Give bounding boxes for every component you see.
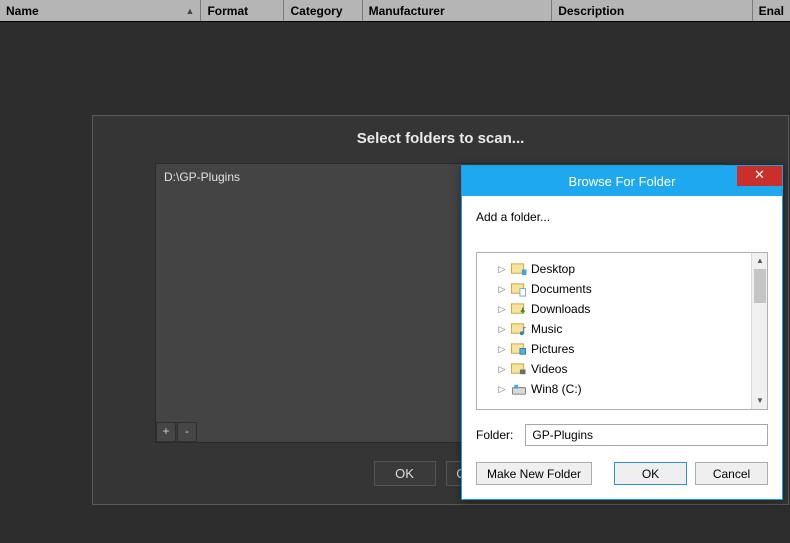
expand-icon[interactable]: ▷ [497, 344, 507, 355]
column-label: Manufacturer [369, 4, 445, 18]
titlebar[interactable]: Browse For Folder ✕ [462, 166, 782, 196]
column-header-enable[interactable]: Enal [753, 0, 790, 21]
browse-buttons: Make New Folder OK Cancel [476, 462, 768, 485]
tree-label: Documents [531, 282, 592, 296]
column-header-format[interactable]: Format [201, 0, 284, 21]
folder-input[interactable] [525, 424, 768, 446]
column-header-description[interactable]: Description [552, 0, 752, 21]
ok-button[interactable]: OK [374, 461, 436, 486]
tree-item-documents[interactable]: ▷ Documents [481, 279, 763, 299]
videos-icon [511, 362, 527, 377]
scroll-thumb[interactable] [754, 269, 766, 303]
tree-label: Music [531, 322, 562, 336]
dialog-title: Select folders to scan... [93, 116, 788, 163]
tree-label: Desktop [531, 262, 575, 276]
ok-button[interactable]: OK [614, 462, 687, 485]
tree-item-desktop[interactable]: ▷ Desktop [481, 259, 763, 279]
plugin-table-header: Name ▲ Format Category Manufacturer Desc… [0, 0, 790, 22]
tree-content: ▷ Desktop ▷ Documents ▷ [477, 253, 767, 405]
tree-item-pictures[interactable]: ▷ Pictures [481, 339, 763, 359]
browse-for-folder-dialog: Browse For Folder ✕ Add a folder... ▷ De… [461, 165, 783, 500]
expand-icon[interactable]: ▷ [497, 324, 507, 335]
drive-icon [511, 382, 527, 397]
column-label: Format [207, 4, 248, 18]
scroll-down-icon[interactable]: ▼ [752, 393, 768, 409]
close-button[interactable]: ✕ [737, 166, 782, 186]
tree-label: Win8 (C:) [531, 382, 582, 396]
expand-icon[interactable]: ▷ [497, 264, 507, 275]
tree-item-music[interactable]: ▷ Music [481, 319, 763, 339]
desktop-icon [511, 262, 527, 277]
tree-scrollbar[interactable]: ▲ ▼ [751, 253, 767, 409]
downloads-icon [511, 302, 527, 317]
column-label: Category [290, 4, 342, 18]
column-header-manufacturer[interactable]: Manufacturer [363, 0, 553, 21]
folder-label: Folder: [476, 428, 513, 442]
tree-label: Downloads [531, 302, 590, 316]
add-folder-button[interactable]: + [156, 422, 176, 442]
column-label: Enal [759, 4, 784, 18]
list-controls: + - [156, 422, 197, 442]
cancel-button[interactable]: Cancel [695, 462, 768, 485]
column-header-category[interactable]: Category [284, 0, 362, 21]
column-header-name[interactable]: Name ▲ [0, 0, 201, 21]
expand-icon[interactable]: ▷ [497, 284, 507, 295]
folder-tree[interactable]: ▷ Desktop ▷ Documents ▷ [476, 252, 768, 410]
music-icon [511, 322, 527, 337]
remove-folder-button[interactable]: - [177, 422, 197, 442]
tree-item-videos[interactable]: ▷ Videos [481, 359, 763, 379]
expand-icon[interactable]: ▷ [497, 304, 507, 315]
instruction-text: Add a folder... [476, 210, 768, 224]
expand-icon[interactable]: ▷ [497, 364, 507, 375]
scroll-up-icon[interactable]: ▲ [752, 253, 768, 269]
tree-item-drive-c[interactable]: ▷ Win8 (C:) [481, 379, 763, 399]
window-title: Browse For Folder [462, 174, 782, 189]
pictures-icon [511, 342, 527, 357]
tree-label: Pictures [531, 342, 574, 356]
sort-asc-icon: ▲ [186, 6, 195, 16]
make-new-folder-button[interactable]: Make New Folder [476, 462, 592, 485]
close-icon: ✕ [754, 167, 765, 182]
column-label: Description [558, 4, 624, 18]
column-label: Name [6, 4, 39, 18]
folder-field-row: Folder: [476, 424, 768, 446]
tree-item-downloads[interactable]: ▷ Downloads [481, 299, 763, 319]
expand-icon[interactable]: ▷ [497, 384, 507, 395]
dialog-body: Add a folder... ▷ Desktop ▷ Documents [462, 196, 782, 499]
documents-icon [511, 282, 527, 297]
tree-label: Videos [531, 362, 567, 376]
